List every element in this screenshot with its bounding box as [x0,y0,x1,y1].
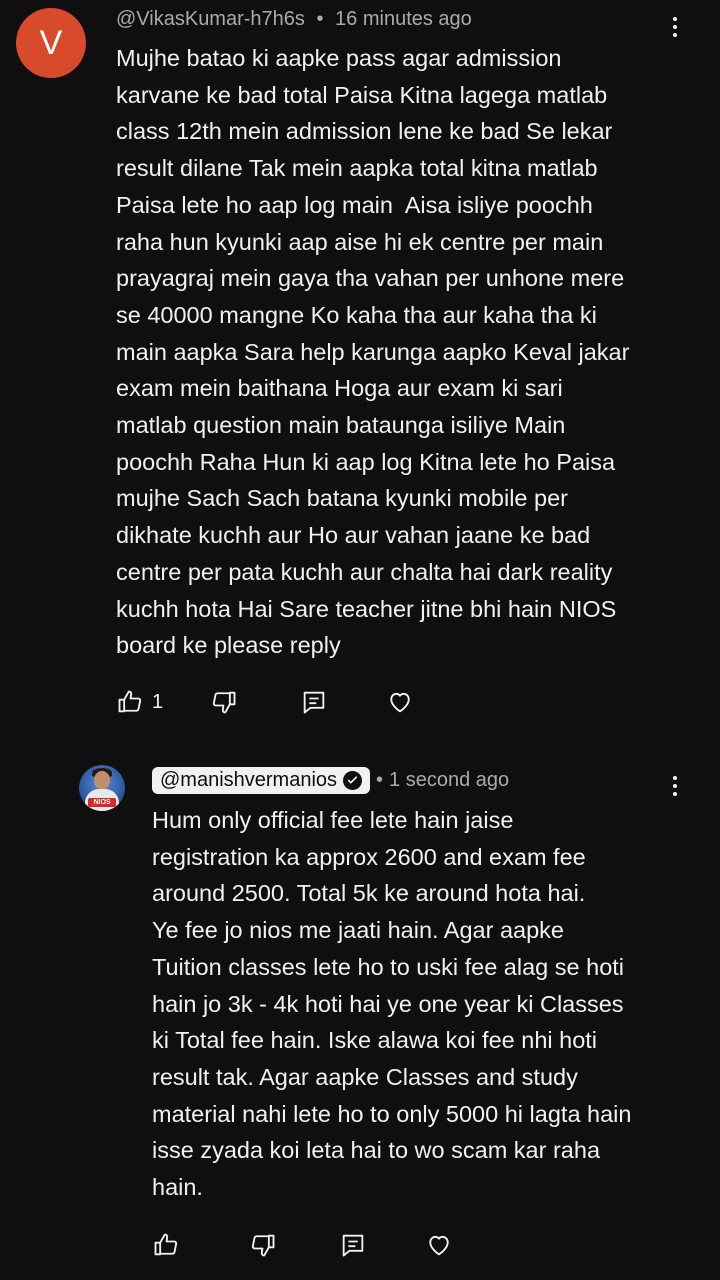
reply-icon [342,1234,364,1257]
thumbs-up-icon [118,690,142,713]
creator-handle-chip[interactable]: @manishvermanios [152,767,371,794]
thumbs-up-icon [154,1233,178,1256]
comment-actions: 1 [116,686,414,718]
comment-text: Mujhe batao ki aapke pass agar admission… [116,45,630,659]
reply-meta: @manishvermanios • 1 second ago [152,767,509,794]
avatar-manish[interactable]: NIOS [79,765,125,811]
like-count: 1 [152,690,164,713]
heart-button[interactable] [386,686,414,718]
comment-author[interactable]: @VikasKumar-h7h6s [116,8,305,30]
reply-text: Hum only official fee lete hain jaise re… [152,807,632,1201]
meta-separator: • [376,769,384,791]
thumbs-down-icon [251,1234,275,1257]
meta-separator: • [316,8,324,30]
comment-time: 16 minutes ago [335,8,472,30]
reply-actions [152,1229,453,1261]
avatar-vikas[interactable]: V [16,8,86,78]
reply-button[interactable] [300,686,386,718]
reply-icon [303,691,325,714]
avatar-letter: V [39,23,63,62]
verified-icon [343,771,363,790]
reply-author: @manishvermanios [160,769,338,791]
more-vert-icon[interactable] [665,771,685,801]
comment-meta: @VikasKumar-h7h6s • 16 minutes ago [116,8,472,31]
avatar-badge: NIOS [88,798,116,807]
heart-icon [429,1235,449,1256]
dislike-button[interactable] [249,1229,339,1261]
like-button[interactable]: 1 [116,686,210,718]
thumbs-down-icon [212,691,236,714]
reply-button[interactable] [339,1229,425,1261]
heart-icon [390,692,410,713]
reply-time: 1 second ago [389,769,510,791]
heart-button[interactable] [425,1229,453,1261]
more-vert-icon[interactable] [665,12,685,42]
dislike-button[interactable] [210,686,300,718]
like-button[interactable] [152,1229,249,1261]
